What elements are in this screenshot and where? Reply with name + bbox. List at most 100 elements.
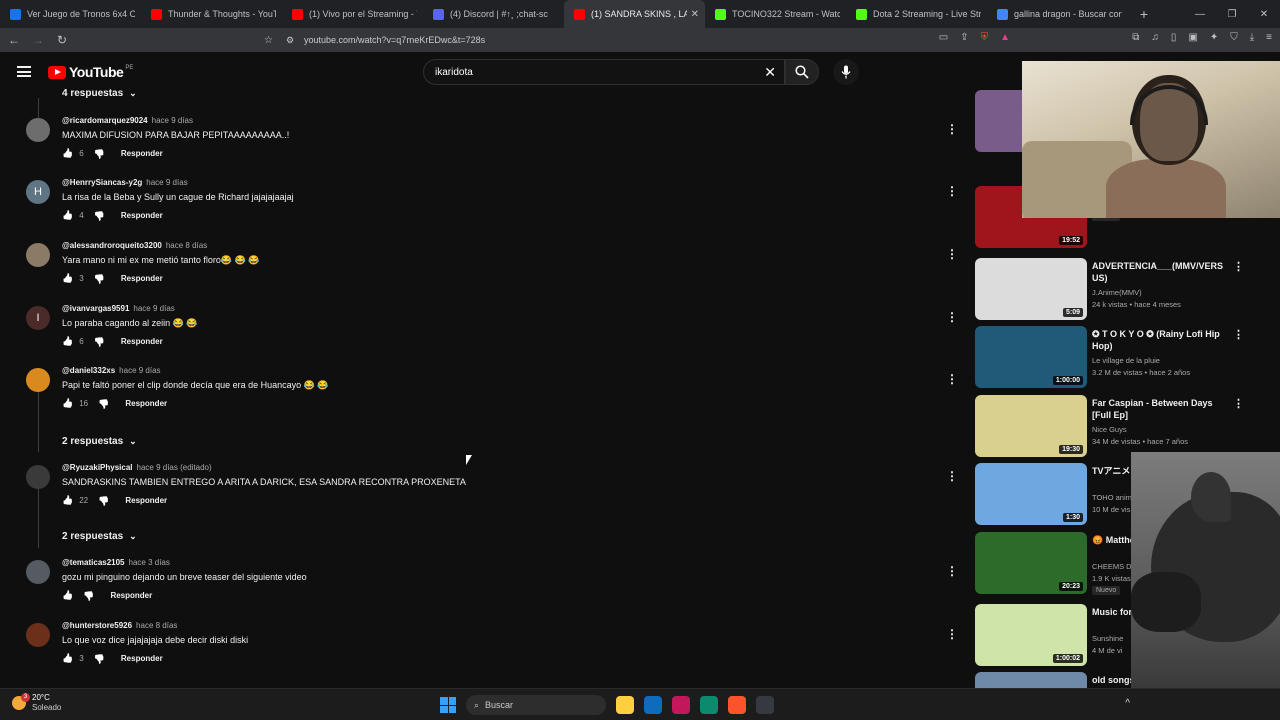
comment-author[interactable]: @tematicas2105 — [62, 558, 125, 567]
browser-tab[interactable]: (4) Discord | #↑¸ ;chat-sc — [423, 0, 564, 28]
brave-shields-icon[interactable]: ⛨ — [981, 32, 989, 43]
avatar[interactable] — [26, 118, 50, 142]
comment-author[interactable]: @HenrrySiancas-y2g — [62, 178, 142, 187]
recommended-video[interactable]: 5:09 ADVERTENCIA___(MMV/VERS US) J.Anime(M… — [975, 258, 1275, 322]
brave-icon[interactable] — [728, 696, 746, 714]
more-options-icon[interactable]: ⋮ — [946, 122, 958, 136]
channel-name[interactable]: Nice Guys — [1092, 425, 1127, 434]
install-icon[interactable]: ▭ — [939, 32, 948, 43]
weather-widget[interactable]: 3 20°C Soleado — [12, 693, 61, 713]
sidebar-icon[interactable]: ▯ — [1171, 32, 1177, 43]
hamburger-menu-icon[interactable] — [17, 66, 31, 77]
video-thumbnail[interactable]: 1:00:00 — [975, 326, 1087, 388]
video-thumbnail[interactable]: 20:23 — [975, 532, 1087, 594]
music-icon[interactable]: ♫ — [1151, 32, 1159, 43]
obs-icon[interactable] — [756, 696, 774, 714]
like-icon[interactable]: 👍 — [62, 148, 73, 159]
more-options-icon[interactable]: ⋮ — [1233, 260, 1244, 273]
close-window-icon[interactable]: ✕ — [1248, 9, 1280, 20]
avatar[interactable] — [26, 623, 50, 647]
replies-toggle[interactable]: 2 respuestas ⌄ — [62, 531, 137, 542]
screenshot-icon[interactable]: ⧉ — [1132, 32, 1139, 43]
dislike-icon[interactable]: 👍 — [94, 653, 105, 664]
reply-button[interactable]: Responder — [121, 654, 163, 663]
forward-icon[interactable]: → — [28, 33, 48, 47]
restore-icon[interactable]: ❐ — [1216, 9, 1248, 20]
browser-tab[interactable]: Ver Juego de Tronos 6x4 Online — [0, 0, 141, 28]
more-options-icon[interactable]: ⋮ — [946, 469, 958, 483]
browser-tab[interactable]: (1) Vivo por el Streaming - You — [282, 0, 423, 28]
dislike-icon[interactable]: 👍 — [94, 148, 105, 159]
comment-time[interactable]: hace 9 días (editado) — [137, 463, 212, 472]
dislike-icon[interactable]: 👍 — [98, 495, 109, 506]
wallet-icon[interactable]: ▣ — [1188, 32, 1197, 43]
channel-name[interactable]: Le village de la pluie — [1092, 356, 1160, 365]
avatar[interactable]: H — [26, 180, 50, 204]
video-thumbnail[interactable]: 5:09 — [975, 258, 1087, 320]
close-tab-icon[interactable]: ✕ — [691, 9, 699, 20]
like-icon[interactable]: 👍 — [62, 398, 73, 409]
recommended-video[interactable]: 1:00:00 ✪ T O K Y O ✪ (Rainy Lofi Hip Hop… — [975, 326, 1275, 390]
comment-author[interactable]: @ricardomarquez9024 — [62, 116, 148, 125]
like-icon[interactable]: 👍 — [62, 273, 73, 284]
recommended-video[interactable]: 19:30 Far Caspian - Between Days [Full Ep… — [975, 395, 1275, 459]
more-options-icon[interactable]: ⋮ — [946, 372, 958, 386]
channel-name[interactable]: Sunshine — [1092, 634, 1123, 643]
reload-icon[interactable]: ↻ — [52, 33, 72, 47]
more-options-icon[interactable]: ⋮ — [1233, 328, 1244, 341]
store-icon[interactable] — [644, 696, 662, 714]
dislike-icon[interactable]: 👍 — [83, 590, 94, 601]
clear-search-icon[interactable]: ✕ — [764, 64, 776, 81]
voice-search-button[interactable] — [833, 59, 859, 85]
search-button[interactable] — [785, 59, 819, 85]
dislike-icon[interactable]: 👍 — [94, 336, 105, 347]
replies-toggle[interactable]: 4 respuestas ⌄ — [62, 88, 137, 99]
edge-icon[interactable] — [700, 696, 718, 714]
browser-tab[interactable]: Thunder & Thoughts - YouTube — [141, 0, 282, 28]
more-options-icon[interactable]: ⋮ — [946, 184, 958, 198]
more-options-icon[interactable]: ⋮ — [946, 310, 958, 324]
dislike-icon[interactable]: 👍 — [94, 210, 105, 221]
comment-author[interactable]: @hunterstore5926 — [62, 621, 132, 630]
comment-time[interactable]: hace 9 días — [133, 304, 174, 313]
like-icon[interactable]: 👍 — [62, 653, 73, 664]
reply-button[interactable]: Responder — [125, 496, 167, 505]
download-icon[interactable]: ⤓ — [1250, 32, 1254, 43]
reply-button[interactable]: Responder — [121, 211, 163, 220]
avatar[interactable] — [26, 368, 50, 392]
video-title[interactable]: Far Caspian - Between Days [Full Ep] — [1092, 397, 1232, 421]
minimize-icon[interactable]: — — [1184, 9, 1216, 20]
back-icon[interactable]: ← — [4, 33, 24, 47]
avatar[interactable] — [26, 560, 50, 584]
comment-time[interactable]: hace 9 días — [146, 178, 187, 187]
reply-button[interactable]: Responder — [110, 591, 152, 600]
browser-tab[interactable]: Dota 2 Streaming - Live Stream — [846, 0, 987, 28]
browser-tab[interactable]: (1) SANDRA SKINS , LA ST ✕ — [564, 0, 705, 28]
search-input[interactable]: ikaridota ✕ — [423, 59, 785, 85]
channel-name[interactable]: TOHO anim — [1092, 493, 1132, 502]
youtube-logo[interactable]: YouTube PE — [48, 64, 133, 80]
video-thumbnail[interactable]: 19:30 — [975, 395, 1087, 457]
tray-chevron-icon[interactable]: ^ — [1125, 698, 1130, 709]
dislike-icon[interactable]: 👍 — [98, 398, 109, 409]
comment-time[interactable]: hace 9 días — [119, 366, 160, 375]
video-thumbnail[interactable] — [975, 672, 1087, 688]
comment-author[interactable]: @ivanvargas9591 — [62, 304, 129, 313]
video-thumbnail[interactable]: 1:00:02 — [975, 604, 1087, 666]
more-options-icon[interactable]: ⋮ — [946, 247, 958, 261]
video-title[interactable]: ✪ T O K Y O ✪ (Rainy Lofi Hip Hop) — [1092, 328, 1232, 352]
windows-start-icon[interactable] — [440, 697, 456, 713]
brave-rewards-icon[interactable]: ▲ — [1000, 32, 1010, 43]
comment-author[interactable]: @daniel332xs — [62, 366, 115, 375]
comment-author[interactable]: @RyuzakiPhysical — [62, 463, 133, 472]
extensions-icon[interactable]: ✦ — [1210, 32, 1218, 43]
dislike-icon[interactable]: 👍 — [94, 273, 105, 284]
like-icon[interactable]: 👍 — [62, 495, 73, 506]
share-icon[interactable]: ⇪ — [960, 32, 968, 43]
like-icon[interactable]: 👍 — [62, 336, 73, 347]
like-icon[interactable]: 👍 — [62, 590, 73, 601]
browser-tab[interactable]: TOCINO322 Stream - Watc — [705, 0, 846, 28]
vpn-icon[interactable]: ⛉ — [1230, 32, 1238, 43]
video-title[interactable]: ADVERTENCIA___(MMV/VERS US) — [1092, 260, 1232, 284]
new-tab-icon[interactable]: + — [1134, 6, 1154, 22]
